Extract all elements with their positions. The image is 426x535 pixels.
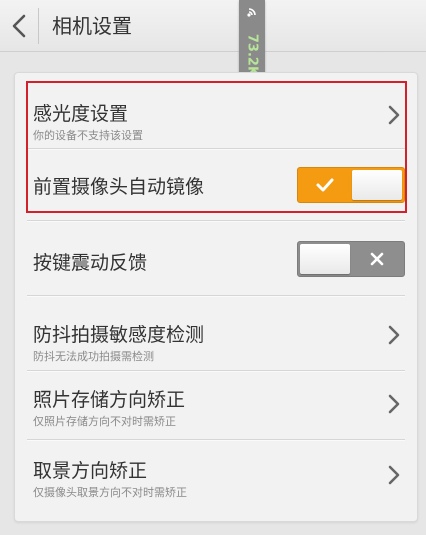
setting-subtitle: 仅摄像头取景方向不对时需矫正	[33, 486, 187, 499]
setting-stabilization-detection[interactable]: 防抖拍摄敏感度检测 防抖无法成功拍摄需检测	[27, 296, 405, 370]
setting-title: 防抖拍摄敏感度检测	[33, 324, 205, 346]
setting-title: 照片存储方向矫正	[33, 389, 186, 411]
setting-front-camera-mirror[interactable]: 前置摄像头自动镜像	[27, 149, 405, 219]
chevron-right-icon	[388, 105, 400, 125]
front-mirror-toggle[interactable]	[297, 167, 405, 203]
settings-card: 感光度设置 你的设备不支持该设置 前置摄像头自动镜像 按键震动反馈 防抖拍摄敏感…	[14, 72, 418, 522]
setting-subtitle: 仅照片存储方向不对时需矫正	[33, 415, 176, 428]
setting-title: 取景方向矫正	[33, 460, 148, 482]
key-vibration-toggle[interactable]	[297, 241, 405, 277]
setting-subtitle: 你的设备不支持该设置	[33, 129, 143, 142]
title-bar: 相机设置	[0, 0, 426, 52]
chevron-right-icon	[388, 394, 400, 414]
check-icon	[298, 168, 352, 202]
setting-title: 感光度设置	[33, 103, 129, 125]
setting-title: 前置摄像头自动镜像	[33, 176, 205, 198]
page-title: 相机设置	[52, 14, 132, 38]
setting-title: 按键震动反馈	[33, 252, 148, 274]
chevron-right-icon	[388, 325, 400, 345]
setting-photo-orientation[interactable]: 照片存储方向矫正 仅照片存储方向不对时需矫正	[27, 371, 405, 439]
cross-icon	[350, 242, 404, 276]
wifi-icon	[239, 4, 265, 21]
back-button[interactable]	[0, 0, 38, 52]
camera-settings-screen: 相机设置 73.2K/S 感光度设置 你的设备不支持该设置 前置摄像头自动镜像	[0, 0, 426, 535]
setting-subtitle: 防抖无法成功拍摄需检测	[33, 350, 154, 363]
toggle-knob	[352, 170, 402, 200]
header-divider	[38, 8, 39, 44]
setting-iso[interactable]: 感光度设置 你的设备不支持该设置	[27, 89, 405, 147]
chevron-left-icon	[12, 14, 26, 38]
setting-viewfinder-orientation[interactable]: 取景方向矫正 仅摄像头取景方向不对时需矫正	[27, 440, 405, 512]
chevron-right-icon	[388, 465, 400, 485]
toggle-knob	[300, 244, 350, 274]
setting-key-vibration[interactable]: 按键震动反馈	[27, 221, 405, 295]
